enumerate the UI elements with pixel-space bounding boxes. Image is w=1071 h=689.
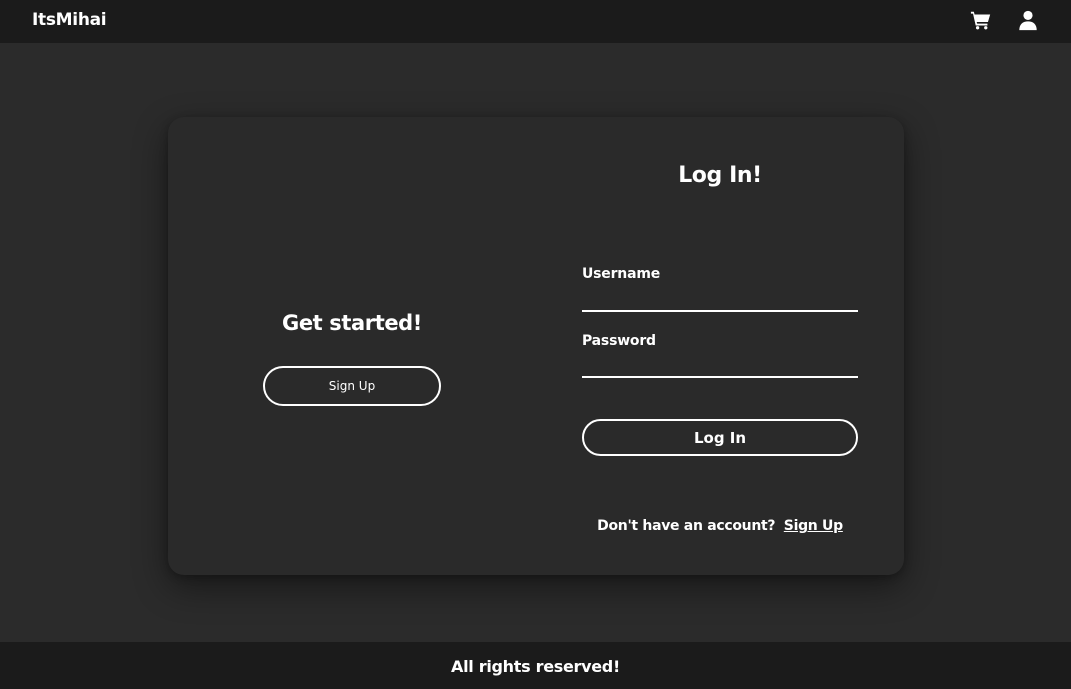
user-icon[interactable]: [1017, 9, 1039, 31]
top-navbar: ItsMihai: [0, 0, 1071, 43]
footer-text: All rights reserved!: [451, 657, 620, 676]
get-started-heading: Get started!: [282, 311, 422, 335]
login-title: Log In!: [678, 163, 762, 188]
signup-link[interactable]: Sign Up: [784, 518, 843, 534]
no-account-text: Don't have an account?: [597, 518, 776, 534]
no-account-prompt: Don't have an account? Sign Up: [582, 518, 858, 534]
footer: All rights reserved!: [0, 642, 1071, 689]
signup-button[interactable]: Sign Up: [263, 366, 441, 406]
password-input[interactable]: [582, 356, 858, 378]
username-input[interactable]: [582, 290, 858, 312]
username-label: Username: [582, 266, 660, 282]
brand-logo[interactable]: ItsMihai: [32, 10, 107, 30]
cart-icon[interactable]: [970, 9, 992, 31]
password-label: Password: [582, 333, 656, 349]
login-button[interactable]: Log In: [582, 419, 858, 456]
